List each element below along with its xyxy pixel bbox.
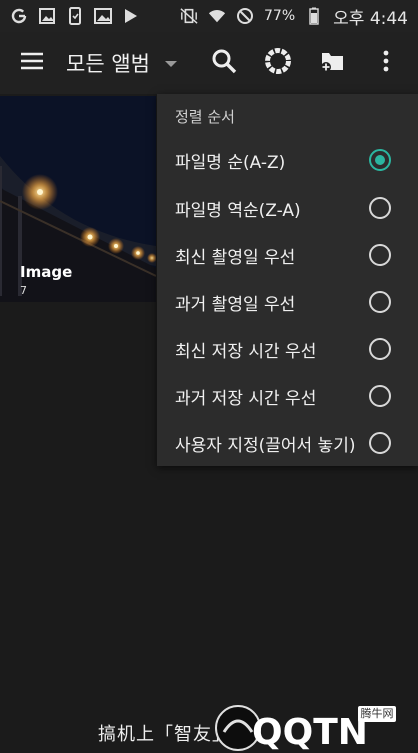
search-icon <box>211 48 237 78</box>
battery-percent: 77% <box>264 8 296 24</box>
sort-option-label: 사용자 지정(끌어서 놓기) <box>175 435 356 456</box>
sort-option-newest-taken[interactable]: 최신 촬영일 우선 <box>157 232 418 278</box>
menu-button[interactable] <box>12 43 52 83</box>
app-bar-actions <box>204 43 406 83</box>
color-filter-button[interactable] <box>258 43 298 83</box>
color-ring-icon <box>264 47 292 79</box>
add-folder-icon <box>318 48 346 78</box>
status-left-icons <box>10 7 140 25</box>
more-vert-icon <box>383 50 389 76</box>
sort-option-custom[interactable]: 사용자 지정(끌어서 놓기) <box>157 420 418 466</box>
menu-icon <box>20 52 44 74</box>
sort-option-oldest-saved[interactable]: 과거 저장 시간 우선 <box>157 373 418 419</box>
album-thumbnail[interactable]: Image 7 <box>0 96 156 302</box>
album-name: Image <box>20 263 73 281</box>
app-bar: 모든 앨범 <box>0 32 418 94</box>
album-title: 모든 앨범 <box>66 52 150 76</box>
radio-unselected[interactable] <box>369 432 391 454</box>
sort-option-label: 과거 저장 시간 우선 <box>175 388 317 409</box>
dropdown-arrow-icon <box>164 54 178 73</box>
sort-option-name-asc[interactable]: 파일명 순(A-Z) <box>157 137 418 183</box>
sort-option-label: 파일명 순(A-Z) <box>175 152 286 173</box>
radio-unselected[interactable] <box>369 244 391 266</box>
do-not-disturb-icon <box>236 7 254 25</box>
sort-menu-title: 정렬 순서 <box>175 108 235 126</box>
sort-option-label: 최신 촬영일 우선 <box>175 247 296 268</box>
status-bar: 77% 오후 4:44 <box>0 0 418 32</box>
image-notification-icon <box>38 7 56 25</box>
sort-option-oldest-taken[interactable]: 과거 촬영일 우선 <box>157 279 418 325</box>
status-right-icons: 77% 오후 4:44 <box>180 4 408 29</box>
watermark-badge: 腾牛网 <box>358 706 396 722</box>
wifi-icon <box>208 7 226 25</box>
radio-unselected[interactable] <box>369 291 391 313</box>
radio-unselected[interactable] <box>369 338 391 360</box>
search-button[interactable] <box>204 43 244 83</box>
watermark-logo-text: QQTN <box>252 712 368 753</box>
album-count: 7 <box>20 284 27 297</box>
vibrate-mute-icon <box>180 7 198 25</box>
photo-icon <box>94 7 112 25</box>
radio-unselected[interactable] <box>369 197 391 219</box>
add-folder-button[interactable] <box>312 43 352 83</box>
sort-order-menu: 정렬 순서 파일명 순(A-Z) 파일명 역순(Z-A) 최신 촬영일 우선 과… <box>157 94 418 466</box>
more-options-button[interactable] <box>366 43 406 83</box>
radio-selected[interactable] <box>369 149 391 171</box>
sort-option-name-desc[interactable]: 파일명 역순(Z-A) <box>157 185 418 231</box>
sort-option-newest-saved[interactable]: 최신 저장 시간 우선 <box>157 326 418 372</box>
clock: 오후 4:44 <box>333 8 408 29</box>
battery-icon <box>305 7 323 25</box>
album-selector[interactable]: 모든 앨범 <box>66 48 178 78</box>
sort-option-label: 과거 촬영일 우선 <box>175 294 296 315</box>
google-g-icon <box>10 7 28 25</box>
radio-unselected[interactable] <box>369 385 391 407</box>
sort-option-label: 최신 저장 시간 우선 <box>175 341 317 362</box>
play-store-icon <box>122 7 140 25</box>
sort-option-label: 파일명 역순(Z-A) <box>175 200 301 221</box>
cast-icon <box>66 7 84 25</box>
